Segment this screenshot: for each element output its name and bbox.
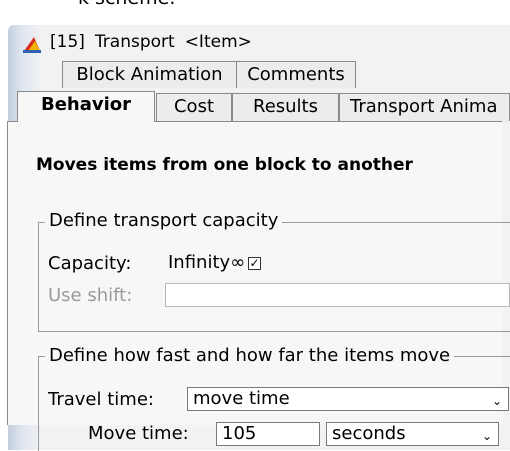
move-time-input[interactable]: 105 — [216, 422, 320, 446]
capacity-group-legend: Define transport capacity — [45, 210, 283, 231]
use-shift-label: Use shift: — [48, 285, 133, 306]
tab-behavior[interactable]: Behavior — [17, 91, 155, 122]
window-title: [15] Transport <Item> — [50, 32, 262, 52]
infinity-checkbox[interactable]: ✓ — [248, 257, 261, 270]
chevron-down-icon: ⌄ — [481, 429, 492, 443]
block-description: Moves items from one block to another — [36, 155, 413, 175]
background-text-fragment: k scheme. — [78, 0, 175, 9]
block-number: [15] — [50, 32, 85, 52]
tab-transport-animation[interactable]: Transport Anima — [339, 93, 510, 121]
tab-comments[interactable]: Comments — [236, 61, 356, 88]
chevron-down-icon: ⌄ — [491, 394, 502, 408]
use-shift-field[interactable] — [165, 283, 510, 307]
tab-results[interactable]: Results — [232, 93, 339, 121]
check-mark: ✓ — [249, 256, 260, 270]
background-text-strip: k scheme. — [0, 0, 510, 26]
capacity-value: Infinity — [168, 252, 231, 273]
travel-time-label: Travel time: — [48, 389, 154, 410]
speed-group-legend: Define how fast and how far the items mo… — [45, 345, 455, 366]
tab-block-animation[interactable]: Block Animation — [62, 61, 237, 88]
app-icon — [23, 37, 41, 53]
infinity-symbol: ∞ — [230, 252, 246, 273]
block-type: <Item> — [184, 32, 252, 52]
travel-time-value: move time — [193, 388, 290, 409]
title-bar: [15] Transport <Item> — [8, 25, 510, 59]
move-time-label: Move time: — [88, 423, 189, 444]
units-dropdown[interactable]: seconds ⌄ — [326, 422, 499, 446]
travel-time-dropdown[interactable]: move time ⌄ — [187, 387, 509, 411]
block-name: Transport — [94, 32, 175, 52]
capacity-field[interactable]: Infinity∞ — [166, 252, 256, 276]
capacity-label: Capacity: — [48, 253, 132, 274]
tab-cost[interactable]: Cost — [156, 93, 232, 121]
capacity-groupbox — [38, 222, 510, 332]
units-value: seconds — [332, 423, 406, 444]
